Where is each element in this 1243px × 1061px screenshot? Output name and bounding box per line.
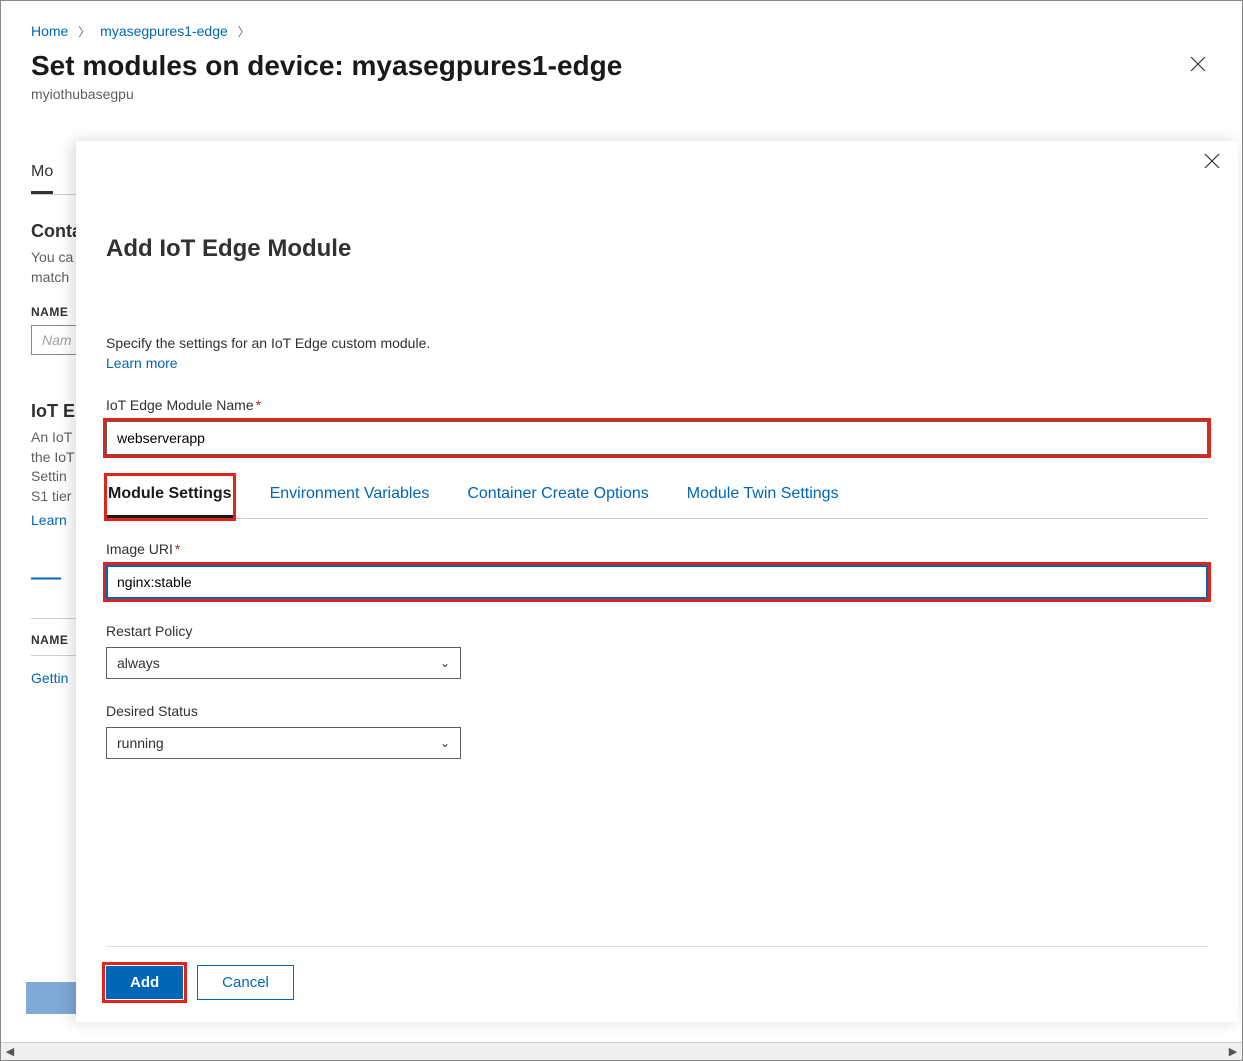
restart-policy-label: Restart Policy: [106, 623, 1208, 639]
image-uri-label: Image URI*: [106, 541, 1208, 557]
tab-modules-truncated[interactable]: Mo: [31, 153, 53, 194]
close-icon: [1204, 153, 1220, 169]
table-row-link-truncated[interactable]: Gettin: [31, 670, 68, 686]
desired-status-label: Desired Status: [106, 703, 1208, 719]
scroll-left-arrow-icon[interactable]: ◀: [1, 1045, 19, 1058]
desired-status-select[interactable]: running ⌄: [106, 727, 461, 759]
tab-module-settings[interactable]: Module Settings: [106, 475, 234, 519]
close-panel-button[interactable]: [1204, 153, 1220, 174]
module-name-label: IoT Edge Module Name*: [106, 397, 1208, 413]
panel-tabs: Module Settings Environment Variables Co…: [106, 475, 1208, 519]
required-asterisk: *: [175, 541, 180, 557]
tab-module-twin-settings[interactable]: Module Twin Settings: [685, 475, 841, 518]
panel-description: Specify the settings for an IoT Edge cus…: [106, 335, 1208, 351]
scroll-right-arrow-icon[interactable]: ▶: [1224, 1045, 1242, 1058]
module-name-input[interactable]: [106, 421, 1208, 455]
restart-policy-value: always: [117, 655, 160, 671]
learn-more-link[interactable]: Learn more: [106, 355, 1208, 371]
desired-status-value: running: [117, 735, 164, 751]
horizontal-scrollbar[interactable]: ◀ ▶: [1, 1042, 1242, 1060]
image-uri-input[interactable]: [106, 565, 1208, 599]
panel-title: Add IoT Edge Module: [106, 235, 1208, 263]
tab-environment-variables[interactable]: Environment Variables: [268, 475, 432, 518]
cancel-button[interactable]: Cancel: [197, 965, 294, 1000]
learn-link-truncated[interactable]: Learn: [31, 511, 67, 531]
primary-button-obscured[interactable]: [26, 982, 76, 1014]
add-button[interactable]: Add: [106, 966, 183, 999]
chevron-down-icon: ⌄: [440, 656, 450, 670]
tab-container-create-options[interactable]: Container Create Options: [465, 475, 650, 518]
required-asterisk: *: [256, 397, 261, 413]
chevron-down-icon: ⌄: [440, 736, 450, 750]
panel-footer: Add Cancel: [106, 946, 1208, 1022]
add-module-panel: Add IoT Edge Module Specify the settings…: [76, 141, 1238, 1022]
restart-policy-select[interactable]: always ⌄: [106, 647, 461, 679]
